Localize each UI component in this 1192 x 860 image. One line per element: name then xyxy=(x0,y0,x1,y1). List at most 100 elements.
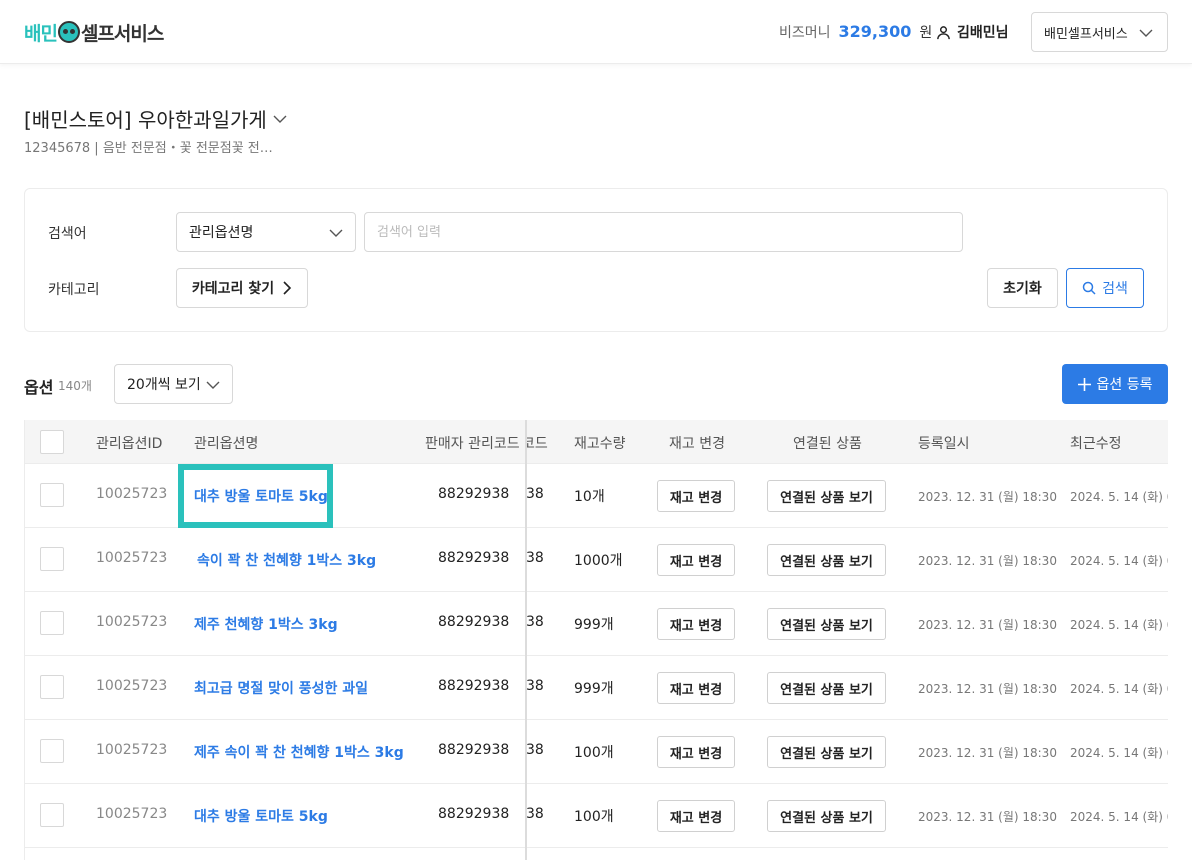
service-select[interactable]: 배민셀프서비스 xyxy=(1031,12,1168,52)
stock-change-button[interactable]: 재고 변경 xyxy=(657,672,735,704)
seller-code: 88292938 xyxy=(438,550,510,566)
table-row: 10025723 속이 꽉 찬 천혜향 1박스 3kg 88292938 xyxy=(25,528,526,592)
th-seller-code-partial: 코드 xyxy=(526,436,548,452)
fixed-column-divider xyxy=(525,420,527,860)
option-id: 10025723 xyxy=(96,678,168,694)
chevron-down-icon xyxy=(206,381,220,389)
table-row: 10025723 대추 방울 토마토 5kg 88292938 xyxy=(25,784,526,848)
stock-change-button[interactable]: 재고 변경 xyxy=(657,800,735,832)
option-name-link[interactable]: 최고급 명절 맞이 풍성한 과일 xyxy=(194,678,368,698)
add-option-label: 옵션 등록 xyxy=(1096,377,1153,393)
stock-quantity: 100개 xyxy=(574,809,614,825)
focused-cell-highlight xyxy=(178,464,333,528)
mascot-icon xyxy=(57,21,80,43)
stock-quantity: 1000개 xyxy=(574,553,623,569)
bizmoney-unit: 원 xyxy=(919,25,933,41)
stock-change-button[interactable]: 재고 변경 xyxy=(657,608,735,640)
store-subtitle: 12345678 | 음반 전문점・꽃 전문점꽃 전… xyxy=(24,141,273,156)
seller-code-partial: 38 xyxy=(526,742,544,758)
search-panel: 검색어 관리옵션명 카테고리 카테고리 찾기 초기화 검색 xyxy=(24,188,1168,332)
linked-products-button[interactable]: 연결된 상품 보기 xyxy=(767,800,886,832)
stock-change-button[interactable]: 재고 변경 xyxy=(657,544,735,576)
list-count: 140개 xyxy=(58,379,92,393)
chevron-down-icon xyxy=(273,115,287,123)
search-icon xyxy=(1082,281,1096,295)
th-option-name: 관리옵션명 xyxy=(194,436,259,452)
linked-products-button[interactable]: 연결된 상품 보기 xyxy=(767,736,886,768)
select-all-checkbox[interactable] xyxy=(40,430,64,454)
table-row-scroll: 38 1000개 재고 변경 연결된 상품 보기 2023. 12. 31 (월) 18… xyxy=(526,528,1168,592)
seller-code-partial: 38 xyxy=(526,806,544,822)
option-id: 10025723 xyxy=(96,486,168,502)
row-checkbox[interactable] xyxy=(40,739,64,763)
user-icon xyxy=(937,25,950,39)
seller-code-partial: 38 xyxy=(526,550,544,566)
bizmoney-amount[interactable]: 329,300 xyxy=(839,22,912,41)
linked-products-button[interactable]: 연결된 상품 보기 xyxy=(767,544,886,576)
updated-at: 2024. 5. 14 (화) 09: xyxy=(1070,746,1168,760)
add-option-button[interactable]: 옵션 등록 xyxy=(1062,364,1168,404)
top-header: 배민 셀프서비스 비즈머니 329,300 원 김배민님 배민셀프서비스 xyxy=(0,0,1192,64)
th-option-id: 관리옵션ID xyxy=(96,436,163,452)
updated-at: 2024. 5. 14 (화) 09: xyxy=(1070,490,1168,504)
updated-at: 2024. 5. 14 (화) 09: xyxy=(1070,554,1168,568)
search-button[interactable]: 검색 xyxy=(1066,268,1144,308)
stock-quantity: 10개 xyxy=(574,489,605,505)
table-row: 10025723 최고급 명절 맞이 풍성한 과일 88292938 xyxy=(25,656,526,720)
option-id: 10025723 xyxy=(96,614,168,630)
stock-change-button[interactable]: 재고 변경 xyxy=(657,480,735,512)
bizmoney: 비즈머니 329,300 원 xyxy=(779,22,932,42)
stock-quantity: 999개 xyxy=(574,617,614,633)
th-created-at: 등록일시 xyxy=(918,436,970,452)
linked-products-button[interactable]: 연결된 상품 보기 xyxy=(767,672,886,704)
row-checkbox[interactable] xyxy=(40,803,64,827)
created-at: 2023. 12. 31 (월) 18:30 xyxy=(918,810,1057,824)
option-id: 10025723 xyxy=(96,742,168,758)
chevron-down-icon xyxy=(329,229,343,237)
table-row-scroll: 38 100개 재고 변경 연결된 상품 보기 2023. 12. 31 (월) 18:… xyxy=(526,784,1168,848)
th-stock-change: 재고 변경 xyxy=(669,436,725,452)
row-checkbox[interactable] xyxy=(40,483,64,507)
seller-code: 88292938 xyxy=(438,742,510,758)
option-name-link[interactable]: 속이 꽉 찬 천혜향 1박스 3kg xyxy=(197,550,376,570)
th-updated-at: 최근수정 xyxy=(1070,436,1122,452)
linked-products-button[interactable]: 연결된 상품 보기 xyxy=(767,608,886,640)
logo-text-brand: 배민 xyxy=(24,22,58,45)
service-select-value: 배민셀프서비스 xyxy=(1044,26,1128,42)
search-button-label: 검색 xyxy=(1102,281,1128,297)
table-header-fixed: 관리옵션ID 관리옵션명 판매자 관리코드 xyxy=(25,420,526,464)
row-checkbox[interactable] xyxy=(40,611,64,635)
table-scroll-area[interactable]: 코드 재고수량 재고 변경 연결된 상품 등록일시 최근수정 3810개재고 변… xyxy=(526,420,1168,860)
created-at: 2023. 12. 31 (월) 18:30 xyxy=(918,554,1057,568)
linked-products-button[interactable]: 연결된 상품 보기 xyxy=(767,480,886,512)
updated-at: 2024. 5. 14 (화) 09: xyxy=(1070,682,1168,696)
stock-quantity: 999개 xyxy=(574,681,614,697)
user-name: 김배민님 xyxy=(957,25,1009,41)
option-name-link[interactable]: 대추 방울 토마토 5kg xyxy=(194,806,328,826)
store-selector[interactable]: [배민스토어] 우아한과일가게 xyxy=(24,104,287,133)
option-name-link[interactable]: 제주 천혜향 1박스 3kg xyxy=(194,614,338,634)
user-menu[interactable]: 김배민님 xyxy=(936,22,1009,42)
stock-change-button[interactable]: 재고 변경 xyxy=(657,736,735,768)
table-header-scroll: 코드 재고수량 재고 변경 연결된 상품 등록일시 최근수정 xyxy=(526,420,1168,464)
option-name-link[interactable]: 제주 속이 꽉 찬 천혜향 1박스 3kg xyxy=(194,742,404,762)
row-checkbox[interactable] xyxy=(40,675,64,699)
logo[interactable]: 배민 셀프서비스 xyxy=(24,19,164,45)
option-id: 10025723 xyxy=(96,550,168,566)
reset-button[interactable]: 초기화 xyxy=(987,268,1058,308)
store-title: [배민스토어] 우아한과일가게 xyxy=(24,108,267,132)
row-checkbox[interactable] xyxy=(40,547,64,571)
seller-code-partial: 38 xyxy=(526,614,544,630)
table-row-scroll: 38 100개 재고 변경 연결된 상품 보기 2023. 12. 31 (월) 18:… xyxy=(526,720,1168,784)
keyword-type-select[interactable]: 관리옵션명 xyxy=(176,212,356,252)
seller-code-partial: 38 xyxy=(526,678,544,694)
updated-at: 2024. 5. 14 (화) 09: xyxy=(1070,810,1168,824)
page-size-select[interactable]: 20개씩 보기 xyxy=(114,364,233,404)
search-input[interactable] xyxy=(364,212,963,252)
page-size-value: 20개씩 보기 xyxy=(127,377,201,393)
created-at: 2023. 12. 31 (월) 18:30 xyxy=(918,490,1057,504)
category-find-button[interactable]: 카테고리 찾기 xyxy=(176,268,308,308)
plus-icon xyxy=(1077,377,1091,391)
table-row-scroll: 38 999개 재고 변경 연결된 상품 보기 2023. 12. 31 (월) 18:… xyxy=(526,592,1168,656)
seller-code: 88292938 xyxy=(438,806,510,822)
